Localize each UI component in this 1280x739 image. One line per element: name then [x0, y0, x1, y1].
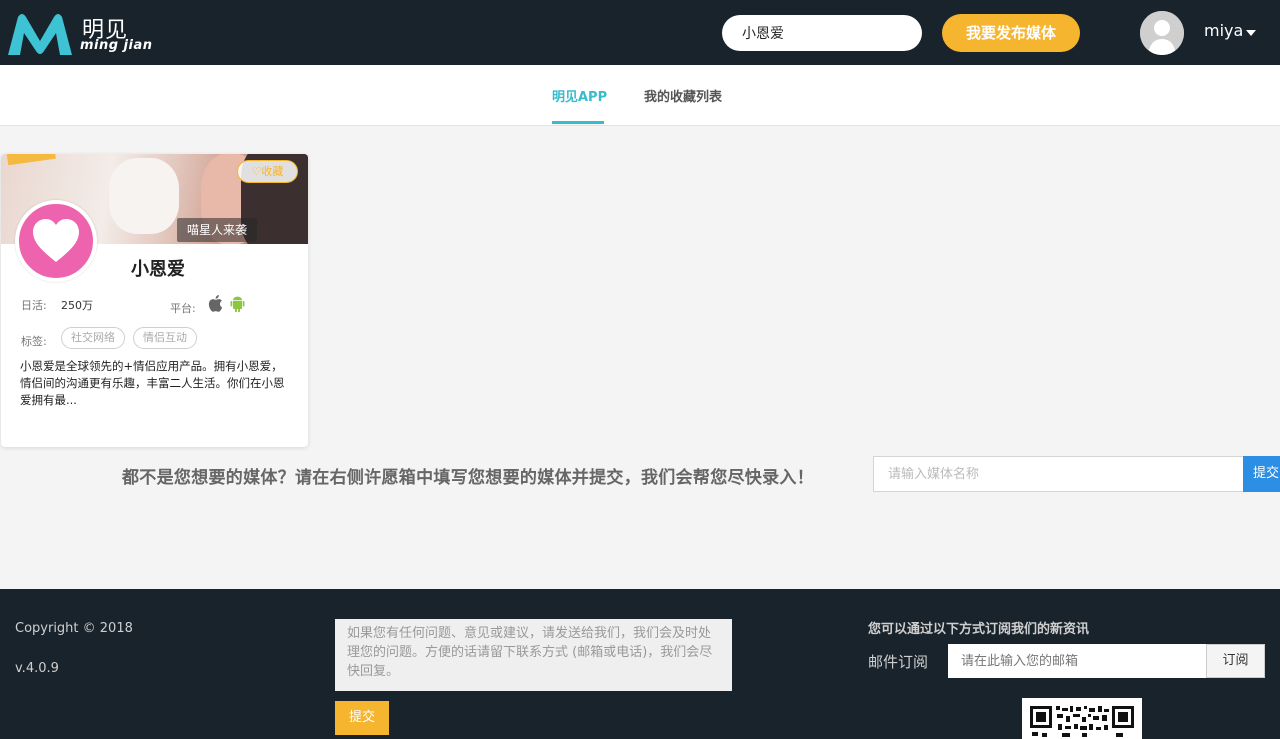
- tab-mingjian-app[interactable]: 明见APP: [552, 86, 607, 105]
- platform-label: 平台:: [170, 302, 196, 315]
- heart-icon: [33, 219, 79, 262]
- android-icon: [230, 296, 245, 312]
- dau-label: 日活:: [21, 299, 47, 312]
- tags-label: 标签:: [21, 335, 47, 348]
- media-card[interactable]: 喵星人来袭 ♡收藏 小恩爱 日活: 250万 平台: 标签: 社交网络 情侣互动…: [1, 154, 308, 447]
- username-label[interactable]: miya: [1204, 21, 1243, 40]
- publish-media-button[interactable]: 我要发布媒体: [942, 14, 1080, 52]
- banner-caption: 喵星人来袭: [177, 218, 258, 242]
- wish-submit-button[interactable]: 提交: [1243, 456, 1280, 492]
- avatar[interactable]: [1140, 11, 1184, 55]
- subscribe-title: 您可以通过以下方式订阅我们的新资讯: [868, 622, 1090, 637]
- email-field[interactable]: [948, 644, 1206, 678]
- logo-english-text: ming jian: [80, 38, 153, 53]
- qr-code-icon: [1022, 698, 1142, 739]
- app-name: 小恩爱: [131, 259, 185, 280]
- footer: Copyright © 2018 v.4.0.9 提交 您可以通过以下方式订阅我…: [0, 589, 1280, 739]
- tag-item[interactable]: 情侣互动: [133, 327, 197, 349]
- logo-m-icon: [8, 14, 72, 55]
- app-icon: [15, 200, 97, 282]
- active-tab-indicator: [552, 121, 604, 124]
- subscribe-button[interactable]: 订阅: [1206, 644, 1265, 678]
- media-name-input[interactable]: [873, 456, 1244, 492]
- favorite-button[interactable]: ♡收藏: [237, 160, 298, 183]
- app-description: 小恩爱是全球领先的+情侣应用产品。拥有小恩爱，情侣间的沟通更有乐趣，丰富二人生活…: [20, 359, 285, 407]
- wish-prompt-text: 都不是您想要的媒体？请在右侧许愿箱中填写您想要的媒体并提交，我们会帮您尽快录入！: [122, 468, 814, 488]
- user-silhouette-icon: [1140, 11, 1184, 55]
- copyright-text: Copyright © 2018: [15, 621, 133, 636]
- chevron-down-icon[interactable]: [1246, 30, 1256, 36]
- top-navbar: 明见 ming jian 我要发布媒体 miya: [0, 0, 1280, 65]
- tab-bar: 明见APP 我的收藏列表: [0, 65, 1280, 126]
- dau-value: 250万: [61, 299, 93, 312]
- search-input[interactable]: [722, 15, 922, 51]
- version-text: v.4.0.9: [15, 661, 59, 676]
- feedback-textarea[interactable]: [335, 619, 732, 691]
- feedback-submit-button[interactable]: 提交: [335, 701, 389, 735]
- site-logo[interactable]: 明见 ming jian: [4, 8, 164, 58]
- tag-item[interactable]: 社交网络: [61, 327, 125, 349]
- subscribe-label: 邮件订阅: [868, 653, 929, 671]
- apple-icon: [208, 295, 223, 312]
- tab-favorites[interactable]: 我的收藏列表: [644, 86, 722, 105]
